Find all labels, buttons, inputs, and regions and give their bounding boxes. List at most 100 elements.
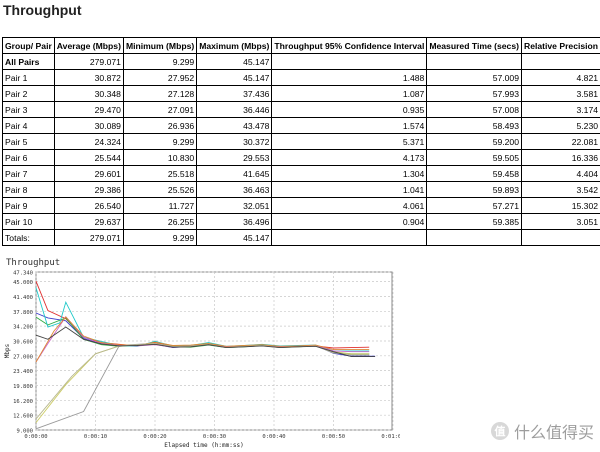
x-tick-label: 0:01:00 <box>381 434 400 440</box>
col-header: Maximum (Mbps) <box>197 38 272 54</box>
table-cell: 45.147 <box>197 54 272 70</box>
table-cell: 1.488 <box>272 70 427 86</box>
table-row: Pair 625.54410.83029.5534.17359.50516.33… <box>3 150 600 166</box>
x-axis-label: Elapsed time (h:mm:ss) <box>164 442 243 449</box>
row-label: Pair 7 <box>3 166 55 182</box>
table-cell: 4.404 <box>521 166 600 182</box>
table-cell: 59.200 <box>427 134 522 150</box>
table-cell: 24.324 <box>54 134 123 150</box>
x-tick-label: 0:00:30 <box>203 434 226 440</box>
table-cell: 27.952 <box>123 70 196 86</box>
y-tick-label: 47.340 <box>13 271 33 277</box>
col-header: Minimum (Mbps) <box>123 38 196 54</box>
table-cell <box>427 230 522 246</box>
table-cell: 279.071 <box>54 54 123 70</box>
table-cell: 16.336 <box>521 150 600 166</box>
table-cell <box>521 230 600 246</box>
table-cell <box>272 54 427 70</box>
table-cell: 9.299 <box>123 134 196 150</box>
y-tick-label: 34.200 <box>13 325 33 331</box>
col-header: Relative Precision <box>521 38 600 54</box>
row-label: Pair 10 <box>3 214 55 230</box>
table-cell: 25.526 <box>123 182 196 198</box>
table-cell: 58.493 <box>427 118 522 134</box>
table-cell <box>272 230 427 246</box>
y-tick-label: 19.800 <box>13 384 33 390</box>
table-cell: 29.470 <box>54 102 123 118</box>
table-cell: 30.872 <box>54 70 123 86</box>
row-label: Totals: <box>3 230 55 246</box>
table-row: All Pairs279.0719.29945.147 <box>3 54 600 70</box>
table-cell: 32.051 <box>197 198 272 214</box>
y-tick-label: 37.800 <box>13 310 33 316</box>
table-cell: 3.581 <box>521 86 600 102</box>
table-cell: 25.518 <box>123 166 196 182</box>
table-row: Pair 926.54011.72732.0514.06157.27115.30… <box>3 198 600 214</box>
table-cell: 30.372 <box>197 134 272 150</box>
col-header: Throughput 95% Confidence Interval <box>272 38 427 54</box>
table-cell: 57.009 <box>427 70 522 86</box>
table-cell: 36.463 <box>197 182 272 198</box>
row-label: Pair 5 <box>3 134 55 150</box>
table-cell: 15.302 <box>521 198 600 214</box>
throughput-table: Group/ Pair Average (Mbps) Minimum (Mbps… <box>2 37 600 246</box>
y-tick-label: 41.400 <box>13 295 33 301</box>
table-row: Pair 230.34827.12837.4361.08757.9933.581 <box>3 86 600 102</box>
table-cell: 30.089 <box>54 118 123 134</box>
row-label: Pair 8 <box>3 182 55 198</box>
table-cell: 30.348 <box>54 86 123 102</box>
table-cell: 1.087 <box>272 86 427 102</box>
col-header: Average (Mbps) <box>54 38 123 54</box>
table-header-row: Group/ Pair Average (Mbps) Minimum (Mbps… <box>3 38 600 54</box>
table-cell: 36.496 <box>197 214 272 230</box>
x-tick-label: 0:00:20 <box>143 434 166 440</box>
watermark-text: 什么值得买 <box>514 419 594 443</box>
table-cell: 3.051 <box>521 214 600 230</box>
table-cell: 26.255 <box>123 214 196 230</box>
table-row: Pair 829.38625.52636.4631.04159.8933.542 <box>3 182 600 198</box>
table-cell: 29.553 <box>197 150 272 166</box>
table-row: Pair 729.60125.51841.6451.30459.4584.404 <box>3 166 600 182</box>
table-cell: 11.727 <box>123 198 196 214</box>
table-cell: 26.540 <box>54 198 123 214</box>
table-cell <box>521 54 600 70</box>
row-label: All Pairs <box>3 54 55 70</box>
table-cell: 0.904 <box>272 214 427 230</box>
table-row: Pair 1029.63726.25536.4960.90459.3853.05… <box>3 214 600 230</box>
col-header: Measured Time (secs) <box>427 38 522 54</box>
x-tick-label: 0:00:50 <box>322 434 345 440</box>
table-cell: 5.230 <box>521 118 600 134</box>
table-cell: 1.574 <box>272 118 427 134</box>
watermark: 值 什么值得买 <box>491 419 594 443</box>
table-cell: 41.645 <box>197 166 272 182</box>
x-tick-label: 0:00:40 <box>262 434 285 440</box>
watermark-logo-icon: 值 <box>491 422 509 440</box>
throughput-chart: 9.00012.60016.20019.80023.40027.00030.60… <box>0 266 400 452</box>
row-label: Pair 9 <box>3 198 55 214</box>
table-cell: 27.128 <box>123 86 196 102</box>
x-tick-label: 0:00:10 <box>84 434 107 440</box>
table-cell: 4.061 <box>272 198 427 214</box>
table-cell: 26.936 <box>123 118 196 134</box>
table-cell: 59.893 <box>427 182 522 198</box>
table-cell: 10.830 <box>123 150 196 166</box>
y-tick-label: 27.000 <box>13 354 33 360</box>
table-cell: 57.008 <box>427 102 522 118</box>
table-cell: 1.304 <box>272 166 427 182</box>
row-label: Pair 3 <box>3 102 55 118</box>
col-header: Group/ Pair <box>3 38 55 54</box>
table-cell: 57.993 <box>427 86 522 102</box>
table-cell: 27.091 <box>123 102 196 118</box>
table-row: Pair 130.87227.95245.1471.48857.0094.821 <box>3 70 600 86</box>
table-cell: 57.271 <box>427 198 522 214</box>
table-cell <box>427 54 522 70</box>
table-cell: 59.458 <box>427 166 522 182</box>
table-cell: 9.299 <box>123 54 196 70</box>
row-label: Pair 1 <box>3 70 55 86</box>
table-row: Pair 329.47027.09136.4460.93557.0083.174 <box>3 102 600 118</box>
table-cell: 45.147 <box>197 230 272 246</box>
table-cell: 36.446 <box>197 102 272 118</box>
table-cell: 9.299 <box>123 230 196 246</box>
table-cell: 4.821 <box>521 70 600 86</box>
table-cell: 59.385 <box>427 214 522 230</box>
